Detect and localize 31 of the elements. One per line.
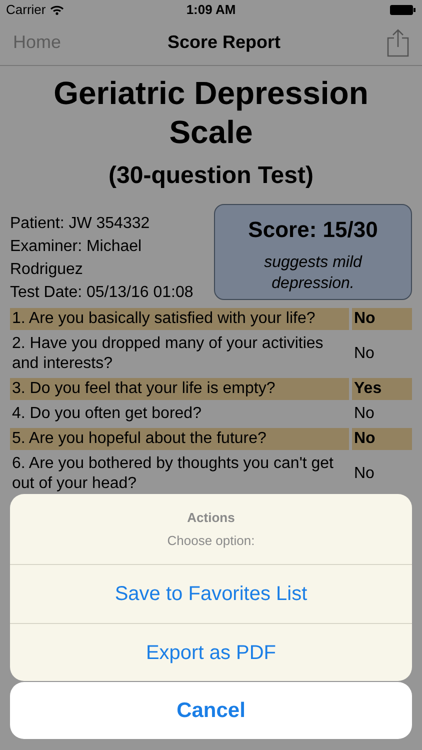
report-info-line: Test Date: 05/13/16 01:08 [10, 283, 194, 303]
answer-cell: Yes [352, 378, 412, 400]
report-info-line: Patient: JW 354332 [10, 214, 151, 234]
question-cell-text: 2. Have you dropped many of your activities and interests? [11, 334, 324, 374]
sheet-title: Actions [187, 509, 235, 527]
nav-title: Score Report [167, 31, 281, 54]
wifi-icon [50, 5, 64, 15]
battery-icon [390, 5, 416, 15]
report-title: Geriatric Depression Scale [52, 74, 370, 152]
answer-cell: No [352, 308, 412, 330]
question-cell: 3. Do you feel that your life is empty? [10, 378, 349, 400]
answer-cell-text: No [353, 344, 376, 364]
sheet-message: Choose option: [167, 532, 255, 550]
cancel-button[interactable]: Cancel [10, 682, 412, 739]
score-value: Score: 15/30 [248, 216, 378, 244]
carrier-label: Carrier [6, 1, 46, 20]
question-cell-text: 6. Are you bothered by thoughts you can't get out of your head? [11, 454, 334, 494]
share-icon[interactable] [386, 28, 409, 56]
question-cell-text: 4. Do you often get bored? [11, 404, 202, 424]
report-info-line: Examiner: Michael Rodriguez [10, 237, 143, 280]
home-link[interactable]: Home [13, 29, 62, 56]
question-cell: 5. Are you hopeful about the future? [10, 428, 349, 450]
answer-cell-text: No [353, 464, 376, 484]
report-subtitle: (30-question Test) [108, 161, 314, 191]
answer-cell-text: No [353, 404, 376, 424]
score-interpretation: suggests mild depression. [263, 253, 364, 294]
answer-cell: No [352, 428, 412, 450]
status-time: 1:09 AM [186, 1, 236, 20]
sheet-option[interactable]: Save to Favorites List [10, 565, 412, 623]
question-cell: 1. Are you basically satisfied with your life? [10, 308, 349, 330]
sheet-option[interactable]: Export as PDF [10, 623, 412, 681]
